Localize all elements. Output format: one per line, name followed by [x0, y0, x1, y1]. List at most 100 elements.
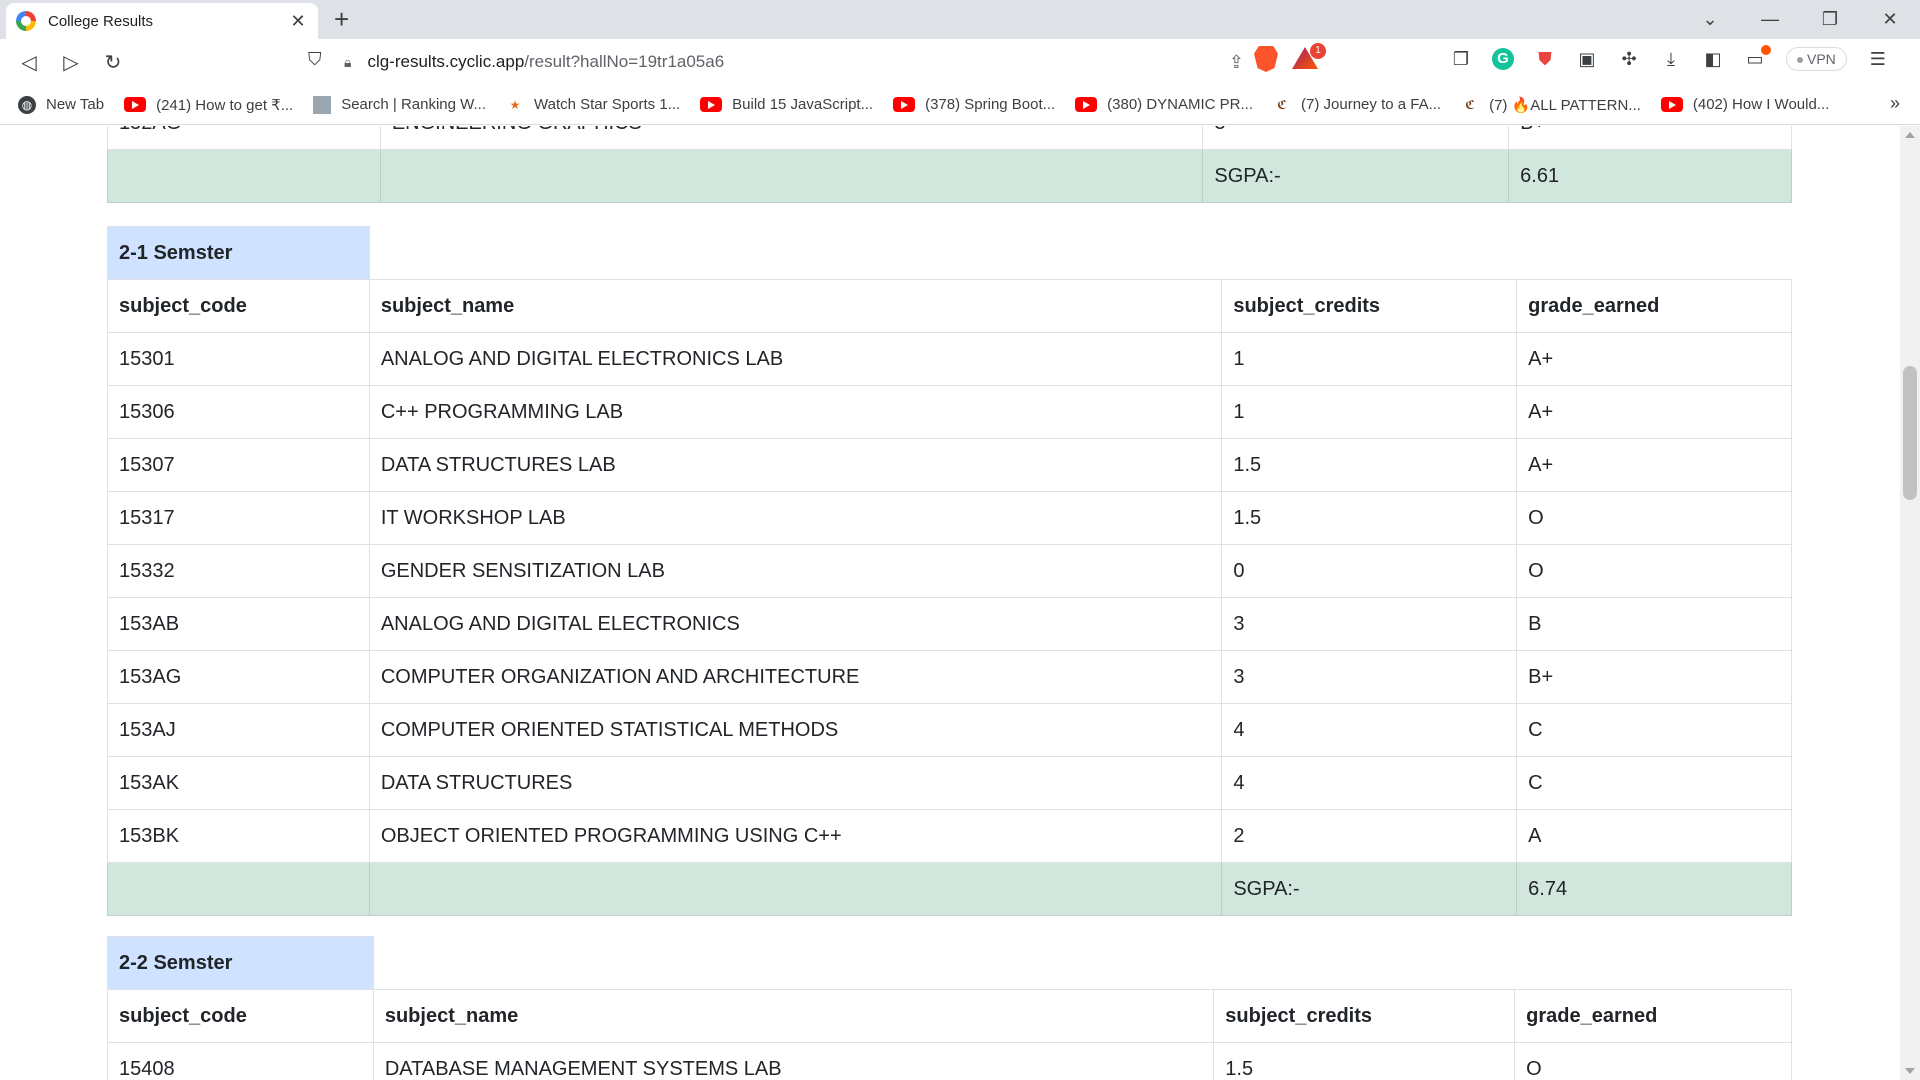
- bookmark-item[interactable]: ◍ New Tab: [18, 95, 104, 114]
- scrollbar-thumb[interactable]: [1903, 366, 1917, 500]
- download-icon[interactable]: ⤓: [1660, 48, 1682, 70]
- column-header: subject_credits: [1221, 279, 1518, 333]
- extensions-puzzle-icon[interactable]: ✣: [1618, 48, 1640, 70]
- youtube-icon: [124, 97, 147, 112]
- grade-earned: A: [1516, 809, 1792, 863]
- sgpa-label: SGPA:-: [1202, 149, 1510, 203]
- wallet-icon[interactable]: ▭: [1744, 45, 1771, 70]
- subject-name: DATA STRUCTURES: [368, 756, 1223, 810]
- subject-code: 15306: [107, 385, 370, 439]
- restore-button[interactable]: ❐: [1800, 9, 1860, 30]
- grammarly-icon[interactable]: G: [1492, 48, 1514, 70]
- tab-title: College Results: [48, 12, 154, 30]
- brave-rewards-icon[interactable]: 1: [1292, 43, 1326, 71]
- subject-code: 153AJ: [107, 703, 370, 757]
- grade-earned: A+: [1516, 332, 1792, 386]
- semester-title: 2-1 Semster: [107, 226, 370, 280]
- table-row: 153BK OBJECT ORIENTED PROGRAMMING USING C…: [107, 809, 1792, 863]
- vpn-button[interactable]: VPN: [1786, 47, 1847, 71]
- table-row: 153AJ COMPUTER ORIENTED STATISTICAL METHO…: [107, 703, 1792, 757]
- subject-code: 15317: [107, 491, 370, 545]
- tab-close-icon[interactable]: ✕: [288, 11, 308, 32]
- menu-icon[interactable]: ☰: [1867, 48, 1889, 70]
- sgpa-label: SGPA:-: [1221, 862, 1518, 916]
- subject-credits: 1.5: [1221, 438, 1518, 492]
- youtube-icon: [700, 97, 723, 112]
- semester-title: 2-2 Semster: [107, 936, 374, 990]
- grade-earned: A+: [1516, 385, 1792, 439]
- codechef-icon: ℭ: [1465, 97, 1475, 112]
- brave-shields-icon[interactable]: [1254, 46, 1278, 72]
- table-row: 153AG COMPUTER ORGANIZATION AND ARCHITECT…: [107, 650, 1792, 704]
- bookmark-item[interactable]: Search | Ranking W...: [313, 95, 486, 114]
- bookmark-item[interactable]: (402) How I Would...: [1660, 96, 1829, 113]
- shield-extension-icon[interactable]: ⛊: [1534, 48, 1556, 70]
- subject-credits: 1: [1221, 385, 1518, 439]
- table-row: 15332 GENDER SENSITIZATION LAB 0 O: [107, 544, 1792, 598]
- subject-name: DATA STRUCTURES LAB: [368, 438, 1223, 492]
- sidebar-icon[interactable]: ◧: [1702, 48, 1724, 70]
- subject-name: ENGINEERING GRAPHICS: [379, 126, 1204, 150]
- subject-code: 152AG: [107, 126, 381, 150]
- bookmark-item[interactable]: ℭ (7) 🔥ALL PATTERN...: [1461, 96, 1641, 114]
- table-header-row: subject_code subject_name subject_credit…: [107, 279, 1792, 333]
- share-icon[interactable]: ⇪: [1229, 52, 1244, 73]
- table-row: 15301 ANALOG AND DIGITAL ELECTRONICS LAB 1…: [107, 332, 1792, 386]
- subject-name: ANALOG AND DIGITAL ELECTRONICS LAB: [368, 332, 1223, 386]
- semester-table-2-2: 2-2 Semster subject_code subject_name su…: [107, 936, 1792, 1080]
- sgpa-value: 6.74: [1516, 862, 1792, 916]
- browser-toolbar: ◁ ▷ ↻ ⛉ 🔒︎ clg-results.cyclic.app/result…: [0, 39, 1920, 85]
- subject-name: C++ PROGRAMMING LAB: [368, 385, 1223, 439]
- bookmark-icon[interactable]: ⛉: [308, 49, 322, 70]
- subject-credits: 0: [1221, 544, 1518, 598]
- grade-earned: B+: [1516, 650, 1792, 704]
- column-header: grade_earned: [1514, 989, 1792, 1043]
- tab-search-chevron-icon[interactable]: ⌄: [1680, 9, 1740, 30]
- subject-credits: 3: [1221, 650, 1518, 704]
- subject-name: ANALOG AND DIGITAL ELECTRONICS: [368, 597, 1223, 651]
- extensions-area: ❐ G ⛊ ▣ ✣ ⤓ ◧ ▭ VPN ☰: [1450, 45, 1889, 71]
- bookmark-item[interactable]: (241) How to get ₹...: [124, 96, 293, 114]
- bookmark-item[interactable]: (380) DYNAMIC PR...: [1075, 96, 1253, 113]
- subject-credits: 4: [1221, 756, 1518, 810]
- grade-earned: C: [1516, 756, 1792, 810]
- subject-credits: 4: [1221, 703, 1518, 757]
- copy-extension-icon[interactable]: ❐: [1450, 48, 1472, 70]
- window-controls: ⌄ — ❐ ✕: [1680, 0, 1920, 39]
- subject-name: COMPUTER ORIENTED STATISTICAL METHODS: [368, 703, 1223, 757]
- browser-tab[interactable]: College Results ✕: [6, 3, 318, 39]
- column-header: subject_name: [372, 989, 1215, 1043]
- grade-earned: B+: [1508, 126, 1792, 150]
- subject-name: DATABASE MANAGEMENT SYSTEMS LAB: [372, 1042, 1215, 1080]
- address-bar[interactable]: 🔒︎ clg-results.cyclic.app/result?hallNo=…: [344, 44, 1244, 80]
- semester-title-row: 2-1 Semster: [107, 226, 1792, 280]
- scroll-down-arrow-icon[interactable]: [1905, 1068, 1915, 1074]
- subject-name: COMPUTER ORGANIZATION AND ARCHITECTURE: [368, 650, 1223, 704]
- bookmark-item[interactable]: ℭ (7) Journey to a FA...: [1273, 96, 1441, 114]
- bookmark-item[interactable]: (378) Spring Boot...: [893, 96, 1055, 113]
- table-row: 153AB ANALOG AND DIGITAL ELECTRONICS 3 B: [107, 597, 1792, 651]
- subject-code: 153AK: [107, 756, 370, 810]
- page-scrollbar[interactable]: [1900, 126, 1920, 1080]
- subject-code: 15408: [107, 1042, 374, 1080]
- close-window-button[interactable]: ✕: [1860, 9, 1920, 30]
- forward-arrow-icon[interactable]: ▷: [50, 50, 92, 75]
- reload-icon[interactable]: ↻: [92, 50, 134, 75]
- lock-icon[interactable]: 🔒︎: [344, 54, 351, 71]
- bookmark-item[interactable]: ★ Watch Star Sports 1...: [506, 96, 681, 114]
- new-tab-button[interactable]: +: [334, 6, 349, 32]
- table-row: 15306 C++ PROGRAMMING LAB 1 A+: [107, 385, 1792, 439]
- picture-in-picture-icon[interactable]: ▣: [1576, 48, 1598, 70]
- subject-code: 153BK: [107, 809, 370, 863]
- table-row: 15317 IT WORKSHOP LAB 1.5 O: [107, 491, 1792, 545]
- youtube-icon: [1075, 97, 1098, 112]
- minimize-button[interactable]: —: [1740, 9, 1800, 30]
- column-header: subject_code: [107, 279, 370, 333]
- back-arrow-icon[interactable]: ◁: [8, 50, 50, 75]
- scroll-up-arrow-icon[interactable]: [1905, 132, 1915, 138]
- bookmark-item[interactable]: Build 15 JavaScript...: [700, 96, 873, 113]
- grade-earned: O: [1514, 1042, 1792, 1080]
- grade-earned: O: [1516, 544, 1792, 598]
- bookmarks-overflow-icon[interactable]: »: [1890, 93, 1900, 114]
- ranking-icon: [313, 95, 332, 114]
